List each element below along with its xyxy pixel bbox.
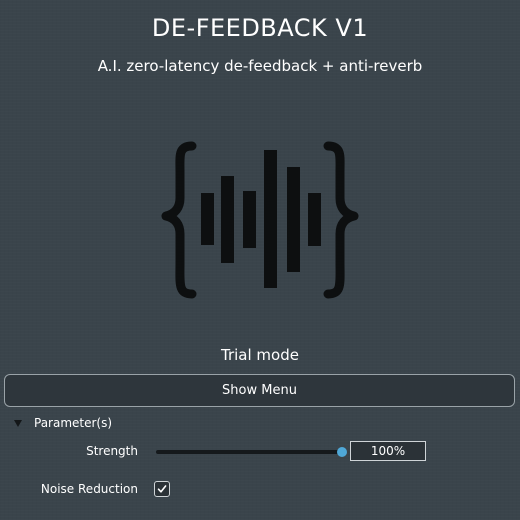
strength-slider[interactable]: [156, 445, 347, 459]
show-menu-button[interactable]: Show Menu: [4, 374, 515, 407]
strength-label: Strength: [86, 444, 138, 458]
trial-mode-label: Trial mode: [221, 346, 299, 364]
parameters-section-toggle[interactable]: Parameter(s): [14, 415, 112, 431]
strength-value-field[interactable]: 100%: [350, 441, 426, 461]
plugin-title: DE-FEEDBACK V1: [151, 14, 369, 42]
parameters-section-label: Parameter(s): [34, 416, 113, 430]
noise-reduction-checkbox[interactable]: [154, 481, 170, 497]
collapse-triangle-icon: [14, 419, 22, 427]
waveform-braces-logo-icon: [161, 141, 359, 299]
strength-slider-track: [156, 450, 342, 454]
checkmark-icon: [157, 485, 167, 493]
plugin-subtitle: A.I. zero-latency de-feedback + anti-rev…: [97, 57, 423, 75]
noise-reduction-label: Noise Reduction: [40, 482, 138, 496]
strength-slider-thumb[interactable]: [337, 447, 347, 457]
